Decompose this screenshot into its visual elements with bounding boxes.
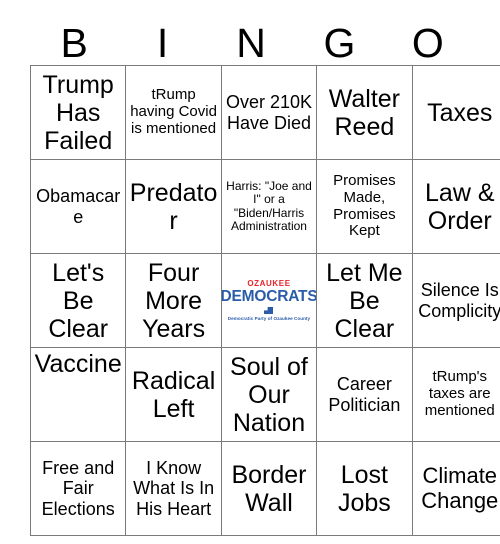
bingo-card: B I N G O Trump Has Failed tRump having … xyxy=(29,12,500,536)
bingo-cell[interactable]: I Know What Is In His Heart xyxy=(125,441,222,536)
bingo-cell-label: Over 210K Have Died xyxy=(225,92,312,133)
bingo-cell[interactable]: Four More Years xyxy=(125,253,222,348)
bingo-free-space-cell[interactable]: OZAUKEE DEMOCRATS Democratic Party of Oz… xyxy=(220,253,318,348)
bingo-cell-label: Obamacare xyxy=(36,186,121,227)
logo-top-line: OZAUKEE xyxy=(247,279,291,288)
header-letter-i: I xyxy=(156,20,169,66)
bingo-cell-label: Radical Left xyxy=(131,366,216,423)
bingo-grid: Trump Has Failed tRump having Covid is m… xyxy=(29,65,500,536)
bingo-cell[interactable]: Free and Fair Elections xyxy=(29,441,127,536)
bingo-cell-label: Predator xyxy=(129,178,218,235)
bingo-cell[interactable]: Promises Made, Promises Kept xyxy=(316,159,413,254)
bingo-cell[interactable]: Law & Order xyxy=(411,159,500,254)
header-letter-b: B xyxy=(60,20,88,66)
bingo-cell[interactable]: Career Politician xyxy=(316,347,413,442)
bingo-cell[interactable]: Walter Reed xyxy=(316,65,413,160)
bingo-cell-label: tRump having Covid is mentioned xyxy=(130,86,217,137)
bingo-cell[interactable]: Lost Jobs xyxy=(316,441,413,536)
bingo-cell-label: Trump Has Failed xyxy=(42,70,114,155)
bingo-cell[interactable]: Obamacare xyxy=(29,159,127,254)
bingo-cell-label: Lost Jobs xyxy=(337,460,391,517)
bingo-cell[interactable]: Taxes xyxy=(411,65,500,160)
bingo-cell[interactable]: Harris: "Joe and I" or a "Biden/Harris A… xyxy=(220,159,318,254)
bingo-cell-label: Silence Is Complicity xyxy=(418,280,500,321)
bingo-cell[interactable]: Let Me Be Clear xyxy=(316,253,413,348)
bingo-cell[interactable]: Soul of Our Nation xyxy=(220,347,318,442)
bingo-cell-label: Let's Be Clear xyxy=(48,258,109,343)
bingo-cell[interactable]: Let's Be Clear xyxy=(29,253,127,348)
logo-main-line: DEMOCRATS xyxy=(221,288,317,305)
logo-sub-line: Democratic Party of Ozaukee County xyxy=(227,316,311,321)
header-letter-g: G xyxy=(323,20,356,66)
bingo-cell-label: Climate Change xyxy=(421,462,499,513)
bingo-cell[interactable]: Trump Has Failed xyxy=(29,65,127,160)
bingo-cell[interactable]: Climate Change xyxy=(411,441,500,536)
bingo-row: Vaccine Radical Left Soul of Our Nation … xyxy=(29,347,500,442)
bingo-cell-label: I Know What Is In His Heart xyxy=(133,458,215,519)
ozaukee-democrats-logo: OZAUKEE DEMOCRATS Democratic Party of Oz… xyxy=(222,256,315,345)
bingo-cell-label: Four More Years xyxy=(142,258,206,343)
flag-icon xyxy=(264,307,274,314)
bingo-cell[interactable]: Predator xyxy=(125,159,222,254)
bingo-cell-label: Promises Made, Promises Kept xyxy=(333,171,396,240)
header-letter-n: N xyxy=(236,20,266,66)
bingo-cell[interactable]: tRump's taxes are mentioned xyxy=(411,347,500,442)
bingo-cell-label: Free and Fair Elections xyxy=(41,458,115,519)
bingo-cell[interactable]: tRump having Covid is mentioned xyxy=(125,65,222,160)
bingo-cell-label: Law & Order xyxy=(425,178,495,235)
bingo-cell[interactable]: Border Wall xyxy=(220,441,318,536)
bingo-cell-label: Let Me Be Clear xyxy=(326,258,403,343)
bingo-row: Obamacare Predator Harris: "Joe and I" o… xyxy=(29,159,500,254)
bingo-cell-label: Walter Reed xyxy=(328,84,401,141)
bingo-row: Trump Has Failed tRump having Covid is m… xyxy=(29,65,500,160)
bingo-cell[interactable]: Silence Is Complicity xyxy=(411,253,500,348)
header-letter-o: O xyxy=(411,20,444,66)
bingo-cell-label: Career Politician xyxy=(328,374,401,415)
bingo-row: Let's Be Clear Four More Years OZAUKEE D… xyxy=(29,253,500,348)
bingo-cell-label: Soul of Our Nation xyxy=(230,352,308,437)
bingo-header: B I N G O xyxy=(30,12,472,65)
bingo-cell-label: Vaccine xyxy=(34,350,122,378)
bingo-row: Free and Fair Elections I Know What Is I… xyxy=(29,441,500,536)
bingo-cell[interactable]: Vaccine xyxy=(29,347,127,442)
bingo-cell-label: Border Wall xyxy=(231,460,307,517)
bingo-cell-label: Harris: "Joe and I" or a "Biden/Harris A… xyxy=(226,178,312,233)
bingo-cell[interactable]: Radical Left xyxy=(125,347,222,442)
bingo-cell[interactable]: Over 210K Have Died xyxy=(220,65,318,160)
bingo-cell-label: Taxes xyxy=(427,98,493,127)
bingo-cell-label: tRump's taxes are mentioned xyxy=(424,368,495,419)
